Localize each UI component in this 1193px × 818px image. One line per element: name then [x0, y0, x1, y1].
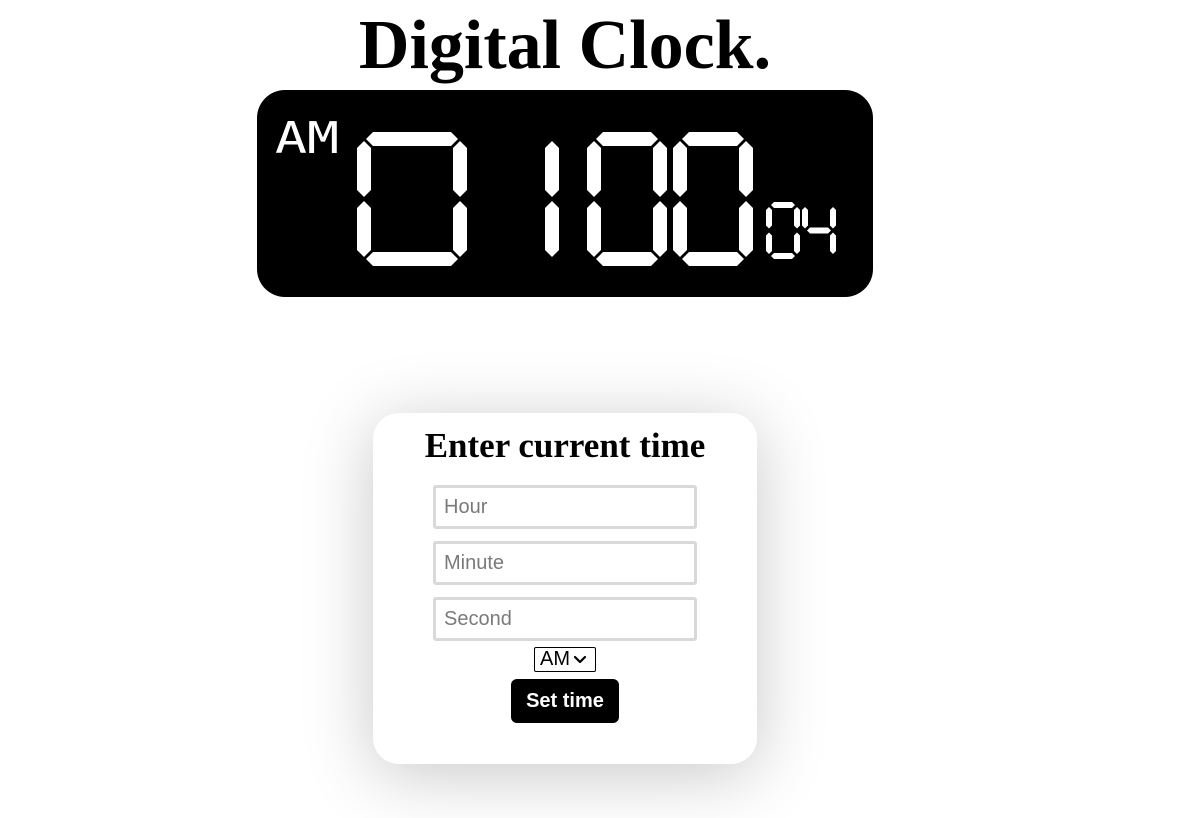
card-heading: Enter current time	[424, 426, 706, 465]
set-time-button[interactable]: Set time	[511, 679, 619, 723]
seconds-digit-2-segment-g	[807, 227, 831, 234]
minutes-digit-1-segment-e	[587, 201, 601, 257]
hours-digit-1-segment-c	[453, 201, 467, 257]
minutes-digit-1-segment-a	[596, 132, 658, 146]
hours-digit-1-segment-d	[366, 252, 458, 266]
minutes-digit-2-segment-f	[673, 141, 687, 197]
seconds-digit-2-segment-b	[830, 207, 836, 229]
meridiem-select[interactable]: AM	[534, 647, 596, 672]
minute-input[interactable]	[433, 541, 697, 585]
hours-digit-1-segment-a	[366, 132, 458, 146]
hours-digit-2-segment-c	[545, 201, 559, 257]
minutes-digit-2-segment-e	[673, 201, 687, 257]
chevron-down-icon	[573, 655, 587, 663]
hour-input[interactable]	[433, 485, 697, 529]
hours-digit-1-segment-e	[357, 201, 371, 257]
seconds-digit-1-segment-a	[771, 202, 795, 208]
seconds-digit-1-segment-e	[766, 232, 772, 254]
seconds-digit-2-segment-c	[830, 232, 836, 254]
set-time-card: Enter current time AM Set time	[373, 413, 757, 764]
hours-digit-1-segment-b	[453, 141, 467, 197]
minutes-digit-2-segment-c	[739, 201, 753, 257]
hours-digit-2-segment-b	[545, 141, 559, 197]
minutes-digit-2-segment-d	[682, 252, 744, 266]
seconds-digit-2-segment-f	[802, 207, 808, 229]
minutes-digit-1-segment-c	[653, 201, 667, 257]
seconds-digit-1-segment-d	[771, 253, 795, 259]
second-input[interactable]	[433, 597, 697, 641]
clock-segments: AM	[275, 113, 836, 266]
page: Digital Clock. AM Enter current time AM …	[0, 0, 1193, 818]
minutes-digit-1-segment-d	[596, 252, 658, 266]
meridiem-select-value: AM	[540, 648, 570, 670]
seconds-digit-1-segment-f	[766, 207, 772, 229]
minutes-digit-2-segment-a	[682, 132, 744, 146]
hours-digit-1-segment-f	[357, 141, 371, 197]
meridiem-indicator: AM	[275, 113, 339, 164]
minutes-digit-1-segment-f	[587, 141, 601, 197]
minutes-digit-2-segment-b	[739, 141, 753, 197]
clock-display: AM	[257, 90, 873, 297]
seconds-digit-1-segment-c	[794, 232, 800, 254]
minutes-digit-1-segment-b	[653, 141, 667, 197]
seconds-digit-1-segment-b	[794, 207, 800, 229]
page-title: Digital Clock.	[358, 7, 772, 84]
